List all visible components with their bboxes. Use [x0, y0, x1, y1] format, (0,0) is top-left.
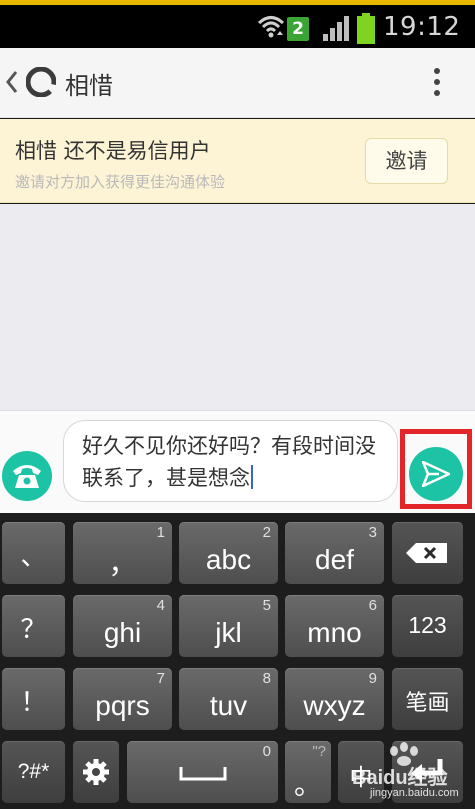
message-list[interactable]	[0, 204, 475, 410]
key-exclaim[interactable]: ！	[2, 668, 65, 730]
telephone-icon	[13, 465, 41, 488]
key-dunhao[interactable]: 、	[2, 522, 65, 584]
key-question[interactable]: ？	[2, 595, 65, 657]
key-numbers[interactable]: 123	[392, 595, 463, 657]
watermark-url: jingyan.baidu.com	[370, 787, 459, 799]
backspace-icon	[406, 543, 447, 563]
invite-banner: 相惜 还不是易信用户 邀请对方加入获得更佳沟通体验 邀请	[0, 119, 475, 203]
banner-title: 相惜 还不是易信用户	[15, 139, 211, 163]
key-9[interactable]: 9 wxyz	[285, 668, 384, 730]
key-4[interactable]: 4 ghi	[73, 595, 172, 657]
message-input[interactable]: 好久不见你还好吗？有段时间没联系了，甚是想念	[63, 420, 398, 502]
key-7[interactable]: 7 pqrs	[73, 668, 172, 730]
key-3[interactable]: 3 def	[285, 522, 384, 584]
status-bar: 2 19:12	[0, 5, 475, 48]
key-settings[interactable]	[73, 741, 119, 803]
signal-icon	[323, 16, 349, 41]
wifi-icon	[257, 16, 285, 38]
banner-subtitle: 邀请对方加入获得更佳沟通体验	[15, 173, 226, 191]
key-symbols[interactable]: ?#*	[2, 741, 65, 803]
back-chevron-icon[interactable]	[4, 68, 20, 96]
key-backspace[interactable]	[392, 522, 463, 584]
more-vertical-icon[interactable]	[430, 68, 444, 102]
chat-header: 相惜	[0, 48, 475, 118]
phone-call-button[interactable]	[2, 451, 52, 501]
key-1[interactable]: 1，	[73, 522, 172, 584]
key-2[interactable]: 2 abc	[179, 522, 278, 584]
key-5[interactable]: 5 jkl	[179, 595, 278, 657]
contact-avatar[interactable]	[26, 67, 56, 97]
key-space[interactable]: 0	[127, 741, 278, 803]
key-period[interactable]: "?。	[285, 741, 331, 803]
battery-icon	[357, 13, 375, 44]
key-6[interactable]: 6 mno	[285, 595, 384, 657]
send-button[interactable]	[409, 447, 463, 501]
send-arrow-icon	[422, 461, 450, 487]
message-text: 好久不见你还好吗？有段时间没联系了，甚是想念	[82, 434, 376, 490]
text-caret	[251, 465, 253, 489]
chat-title: 相惜	[65, 72, 113, 100]
watermark-brand: Baidu经验	[352, 767, 448, 789]
key-8[interactable]: 8 tuv	[179, 668, 278, 730]
space-icon	[179, 767, 227, 781]
composer-bar: 好久不见你还好吗？有段时间没联系了，甚是想念	[0, 410, 475, 513]
status-time: 19:12	[383, 12, 461, 42]
gear-icon	[83, 759, 109, 785]
key-stroke-mode[interactable]: 笔画	[392, 668, 463, 730]
notification-badge: 2	[287, 17, 309, 41]
invite-button[interactable]: 邀请	[365, 138, 448, 184]
